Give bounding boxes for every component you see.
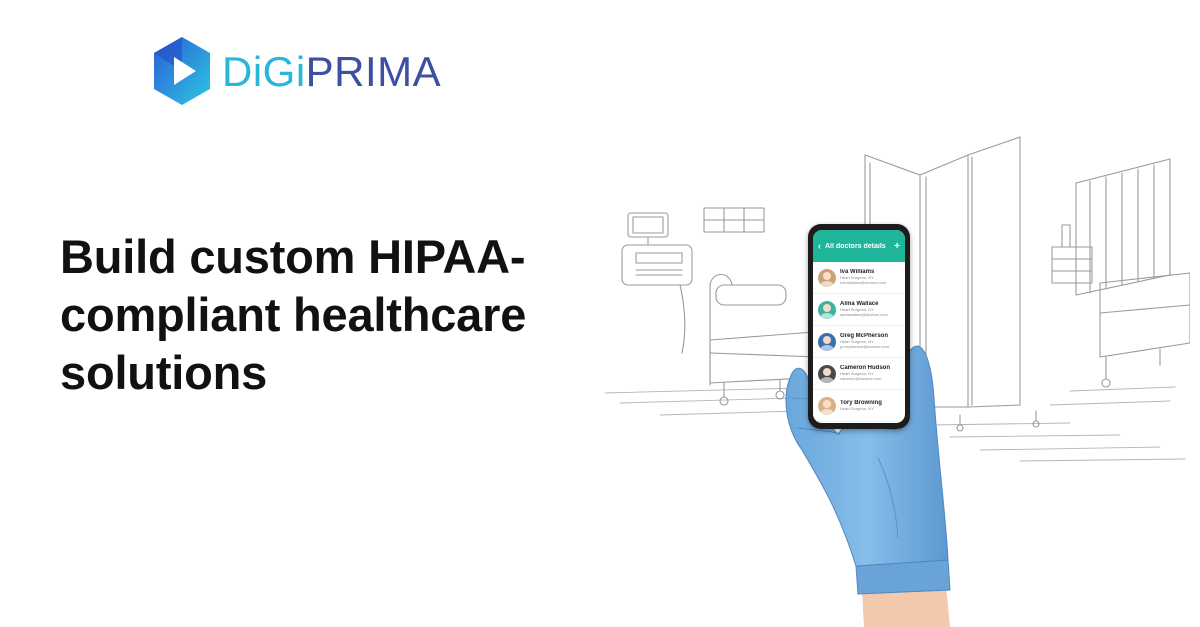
doctor-list: Iva Williams Heart Surgeon, NY iva.william… xyxy=(813,262,905,422)
wall-monitor xyxy=(627,212,669,246)
avatar xyxy=(818,332,836,351)
phone-app-header: ‹ All doctors details + xyxy=(813,230,905,262)
doctor-email: iva.williams@doctors.com xyxy=(840,279,887,285)
doctor-email: cameron@doctors.com xyxy=(840,375,882,381)
doctor-email: almawallace@doctors.com xyxy=(840,311,888,317)
avatar xyxy=(818,300,836,319)
wall-device xyxy=(621,244,693,354)
brand-logo[interactable]: DiGiPRIMA xyxy=(152,34,441,108)
doctor-info: Alma Wallace Heart Surgeon, NY almawallace… xyxy=(840,301,888,317)
wall-shelf xyxy=(703,207,765,233)
headline-line-2: compliant healthcare xyxy=(60,288,527,341)
avatar xyxy=(818,396,836,415)
smartphone: ‹ All doctors details + Iva Williams Hear… xyxy=(808,224,910,429)
phone-header-title: All doctors details xyxy=(825,242,886,250)
avatar xyxy=(818,364,836,383)
chevron-left-icon[interactable]: ‹ xyxy=(818,241,821,251)
phone-screen: ‹ All doctors details + Iva Williams Hear… xyxy=(813,230,905,423)
doctor-email: g.mcpherson@doctors.com xyxy=(840,343,889,349)
page-headline: Build custom HIPAA- compliant healthcare… xyxy=(60,228,620,402)
list-item[interactable]: Iva Williams Heart Surgeon, NY iva.william… xyxy=(813,262,905,294)
plus-icon[interactable]: + xyxy=(894,241,900,252)
list-item[interactable]: Alma Wallace Heart Surgeon, NY almawallace… xyxy=(813,294,905,326)
brand-name-digi: DiGi xyxy=(222,48,306,95)
headline-line-3: solutions xyxy=(60,346,268,399)
list-item[interactable]: Greg McPherson Heart Surgeon, NY g.mcphers… xyxy=(813,326,905,358)
doctor-info: Tory Browning Heart Surgeon, NY xyxy=(840,400,882,411)
headline-line-1: Build custom HIPAA- xyxy=(60,230,526,283)
avatar xyxy=(818,268,836,287)
list-item[interactable]: Tory Browning Heart Surgeon, NY xyxy=(813,390,905,422)
curtain-partition xyxy=(1075,158,1171,296)
hospital-bed-right xyxy=(1099,272,1190,388)
doctor-info: Greg McPherson Heart Surgeon, NY g.mcphers… xyxy=(840,333,889,349)
doctor-role: Heart Surgeon, NY xyxy=(840,405,874,411)
doctor-info: Iva Williams Heart Surgeon, NY iva.william… xyxy=(840,269,886,285)
doctor-info: Cameron Hudson Heart Surgeon, NY cameron@d… xyxy=(840,365,890,381)
brand-name-prima: PRIMA xyxy=(305,48,442,95)
play-hexagon-icon xyxy=(154,37,210,105)
nightstand xyxy=(1051,224,1093,284)
list-item[interactable]: Cameron Hudson Heart Surgeon, NY cameron@d… xyxy=(813,358,905,390)
brand-name: DiGiPRIMA xyxy=(222,51,441,93)
